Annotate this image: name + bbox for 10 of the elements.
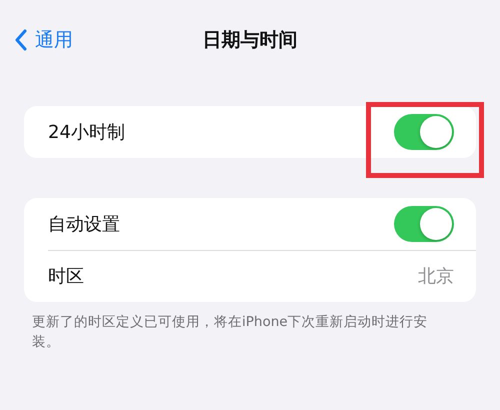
toggle-switch[interactable]: [394, 206, 454, 242]
chevron-left-icon: [14, 29, 27, 51]
footer-note: 更新了的时区定义已可使用，将在iPhone下次重新启动时进行安装。: [32, 313, 429, 352]
row-label: 自动设置: [48, 213, 120, 236]
row-label: 24小时制: [48, 121, 125, 144]
back-button[interactable]: 通用: [14, 27, 73, 53]
row-value: 北京: [418, 265, 454, 288]
toggle-switch[interactable]: [394, 114, 454, 150]
row-label: 时区: [48, 265, 84, 288]
page-title: 日期与时间: [202, 28, 298, 53]
